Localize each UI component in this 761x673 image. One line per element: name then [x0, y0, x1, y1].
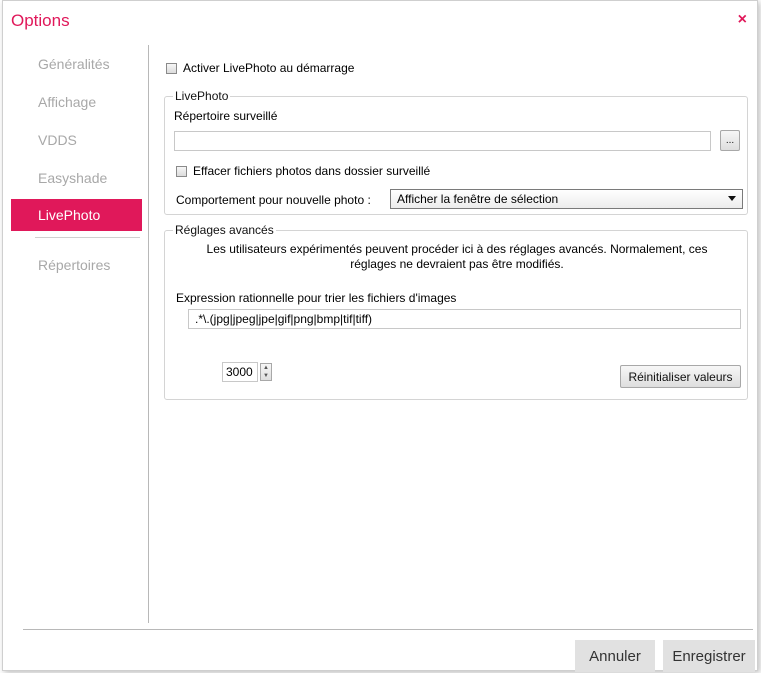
- sidebar-item-affichage[interactable]: Affichage: [3, 83, 148, 121]
- advanced-group: Réglages avancés Les utilisateurs expéri…: [164, 223, 748, 400]
- activate-livephoto-label: Activer LivePhoto au démarrage: [183, 61, 355, 75]
- close-icon[interactable]: ×: [738, 11, 747, 29]
- sidebar-nav: Généralités Affichage VDDS Easyshade Liv…: [3, 45, 148, 284]
- delete-photos-label: Effacer fichiers photos dans dossier sur…: [193, 164, 431, 178]
- spin-up-icon[interactable]: ▲: [261, 364, 271, 372]
- sidebar-divider-vertical: [148, 45, 149, 623]
- sidebar-item-repertoires[interactable]: Répertoires: [3, 246, 148, 284]
- activate-livephoto-checkbox[interactable]: [166, 62, 177, 74]
- behavior-select[interactable]: Afficher la fenêtre de sélection: [390, 189, 743, 209]
- footer-divider: [23, 629, 753, 630]
- delete-photos-checkbox[interactable]: [176, 165, 187, 177]
- sidebar-divider: [35, 237, 140, 238]
- behavior-label: Comportement pour nouvelle photo :: [176, 193, 371, 207]
- watched-dir-input[interactable]: [174, 131, 711, 151]
- activate-livephoto-row[interactable]: Activer LivePhoto au démarrage: [166, 61, 354, 75]
- save-button[interactable]: Enregistrer: [663, 640, 755, 672]
- sidebar-item-livephoto[interactable]: LivePhoto: [11, 199, 142, 231]
- timeout-input[interactable]: [222, 362, 258, 382]
- sidebar-item-generalites[interactable]: Généralités: [3, 45, 148, 83]
- cancel-button[interactable]: Annuler: [575, 640, 655, 672]
- browse-button[interactable]: ...: [720, 130, 740, 151]
- regex-input[interactable]: [188, 309, 741, 329]
- watched-dir-label: Répertoire surveillé: [174, 109, 278, 123]
- dialog-title: Options: [11, 11, 70, 30]
- chevron-down-icon: [728, 196, 736, 201]
- livephoto-group: LivePhoto Répertoire surveillé ... Effac…: [164, 89, 748, 215]
- delete-photos-row[interactable]: Effacer fichiers photos dans dossier sur…: [176, 164, 430, 178]
- spinner-buttons[interactable]: ▲ ▼: [260, 363, 272, 381]
- behavior-select-value: Afficher la fenêtre de sélection: [397, 192, 559, 206]
- options-dialog: Options × Généralités Affichage VDDS Eas…: [2, 0, 758, 672]
- livephoto-group-legend: LivePhoto: [173, 89, 231, 103]
- sidebar-item-vdds[interactable]: VDDS: [3, 121, 148, 159]
- advanced-description: Les utilisateurs expérimentés peuvent pr…: [206, 242, 708, 271]
- spin-down-icon[interactable]: ▼: [261, 372, 271, 380]
- reset-values-button[interactable]: Réinitialiser valeurs: [620, 365, 741, 388]
- advanced-group-legend: Réglages avancés: [173, 223, 276, 237]
- timeout-spinner[interactable]: ▲ ▼: [222, 362, 272, 382]
- sidebar-item-easyshade[interactable]: Easyshade: [3, 159, 148, 197]
- regex-label: Expression rationnelle pour trier les fi…: [176, 291, 457, 305]
